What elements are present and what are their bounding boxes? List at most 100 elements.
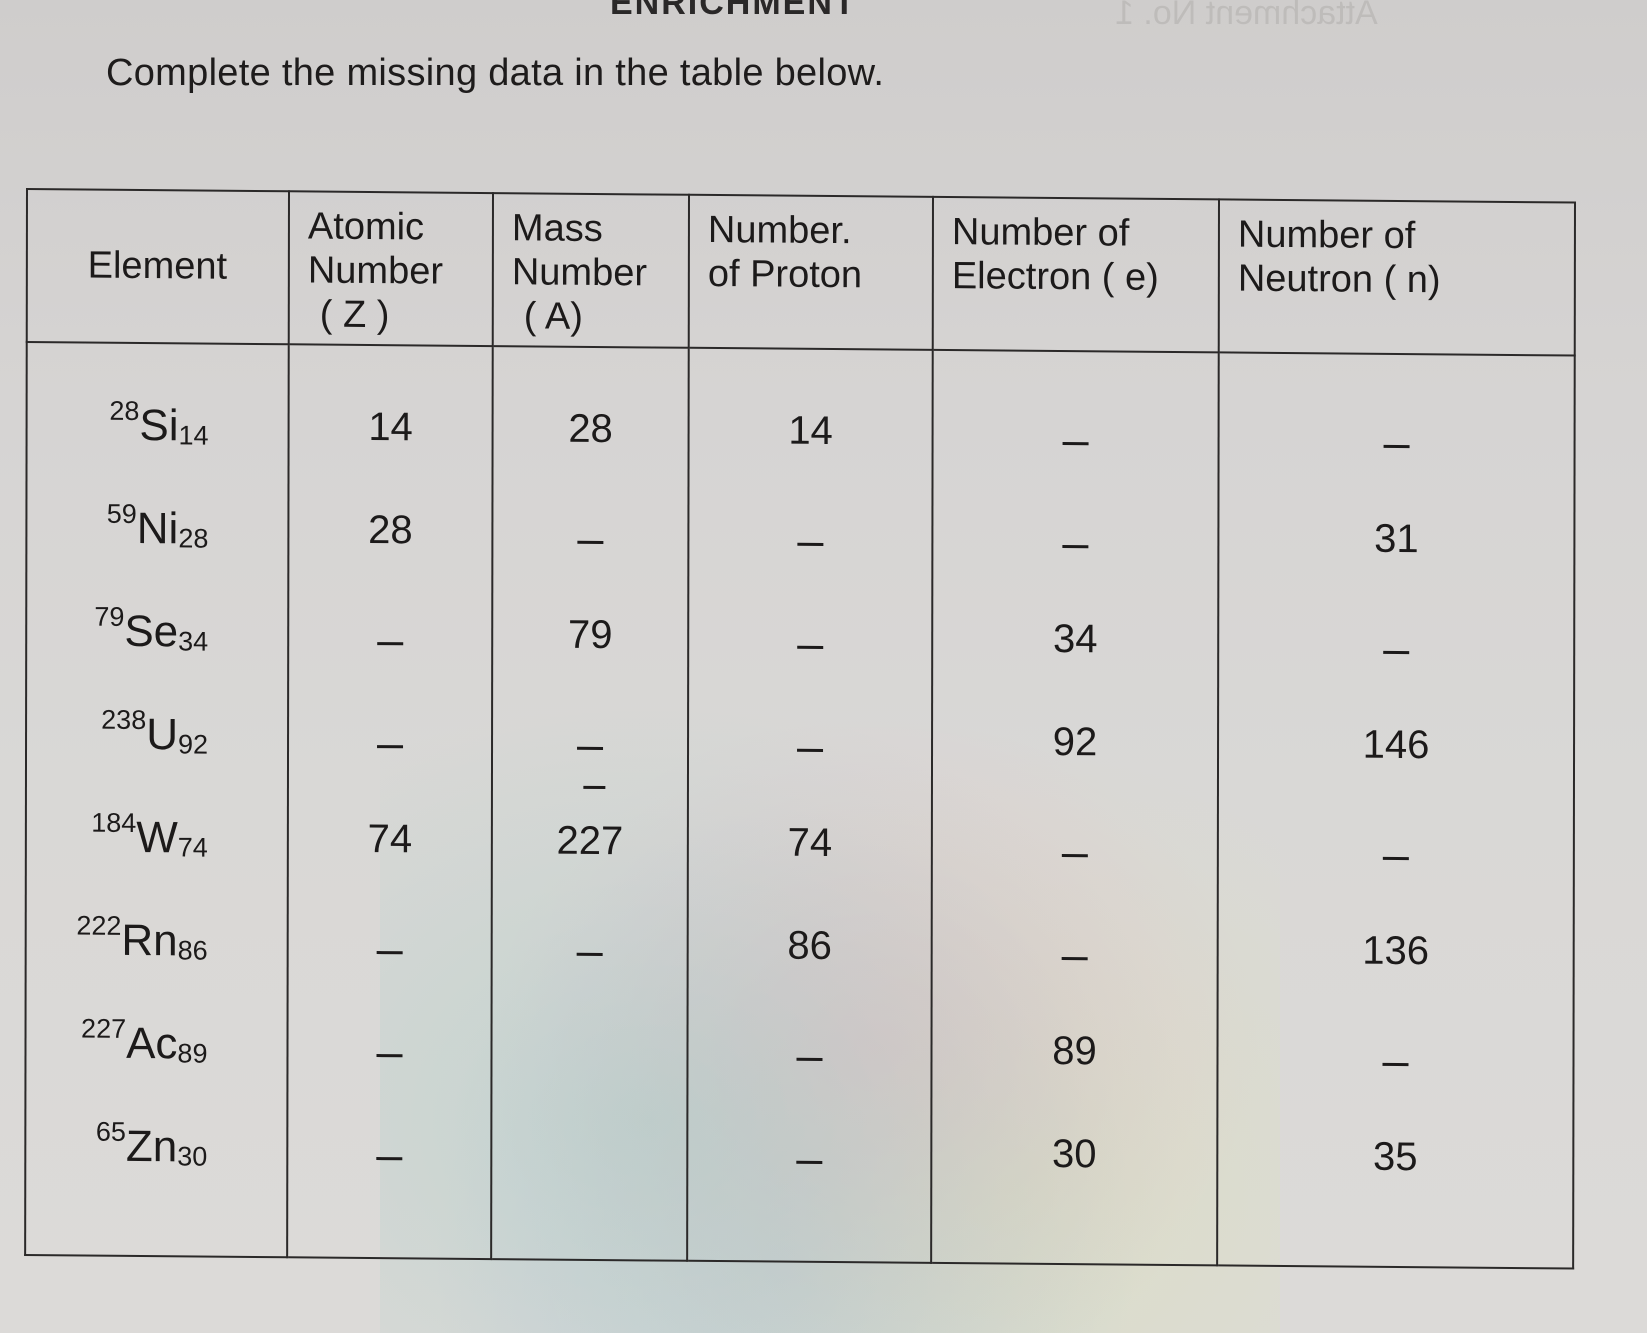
atomic-number-value: 74 (367, 816, 413, 862)
atomic-subscript: 74 (177, 832, 208, 863)
header-line: of Proton (707, 252, 863, 297)
mass-superscript: 184 (91, 807, 137, 838)
neutron-count-blank[interactable] (1220, 589, 1572, 695)
atomic-number-blank[interactable] (290, 684, 490, 789)
header-line: Mass (511, 207, 603, 251)
column-protons: 14 74 86 (687, 347, 933, 1263)
mass-number-blank[interactable] (494, 480, 686, 585)
electron-count-blank[interactable] (934, 896, 1216, 1001)
mass-number-value (493, 995, 685, 1100)
answer-blank-line[interactable] (376, 1157, 403, 1161)
element-symbol-ac: 227 Ac 89 (27, 991, 285, 1096)
answer-blank-line[interactable] (376, 1054, 403, 1058)
neutron-count-value: 31 (1374, 516, 1419, 562)
neutron-count-blank[interactable] (1220, 383, 1572, 489)
answer-blank-line[interactable] (1382, 856, 1409, 861)
answer-blank-line[interactable] (797, 748, 824, 752)
proton-count-blank[interactable] (689, 997, 929, 1102)
atomic-subscript: 34 (178, 626, 209, 657)
answer-blank-line[interactable] (1382, 1062, 1409, 1067)
header-electrons: Number of Electron ( e) (932, 196, 1219, 353)
element-symbol: U (146, 709, 179, 759)
answer-blank-line[interactable] (577, 746, 604, 751)
neutron-count-value: 146 (1362, 722, 1430, 768)
header-line: Neutron ( n) (1237, 257, 1441, 302)
column-mass-number: 28 79 227 (491, 346, 689, 1261)
element-symbol: Ac (126, 1018, 178, 1068)
electron-count-blank[interactable] (934, 793, 1216, 898)
header-line: ( Z ) (319, 293, 390, 337)
electron-count-blank[interactable] (934, 381, 1216, 486)
table-body-row: 28 Si 14 59 Ni 28 79 Se 34 238 U 92 184 W 74 222 Rn 86 227… (25, 342, 1575, 1269)
element-symbol-zn: 65 Zn 30 (27, 1094, 285, 1199)
instruction-text: Complete the missing data in the table b… (106, 52, 885, 94)
electron-count-value: 34 (1052, 616, 1098, 662)
mass-number-blank[interactable] (494, 892, 686, 997)
answer-blank-line[interactable] (576, 952, 603, 957)
answer-blank-line[interactable] (1383, 444, 1410, 449)
element-symbol-se: 79 Se 34 (28, 579, 286, 684)
column-element: 28 Si 14 59 Ni 28 79 Se 34 238 U 92 184 W 74 222 Rn 86 227… (25, 342, 289, 1258)
electron-count-value: 92 (1052, 719, 1098, 765)
neutron-count-blank[interactable] (1220, 795, 1572, 901)
header-atomic-number: Atomic Number ( Z ) (288, 191, 493, 347)
header-line: Number of (1237, 213, 1416, 258)
answer-blank-line[interactable] (796, 1057, 823, 1061)
mass-superscript: 59 (106, 498, 137, 529)
atomic-number-blank[interactable] (290, 890, 490, 995)
element-symbol-w: 184 W 74 (28, 785, 286, 890)
element-symbol-rn: 222 Rn 86 (28, 888, 286, 993)
atomic-subscript: 14 (178, 420, 209, 451)
mass-superscript: 222 (76, 910, 122, 941)
answer-blank-line[interactable] (577, 540, 604, 545)
answer-blank-line[interactable] (797, 542, 824, 546)
proton-count-blank[interactable] (690, 585, 930, 690)
atomic-subscript: 92 (177, 729, 209, 760)
proton-count-blank[interactable] (690, 688, 930, 793)
mass-number-blank[interactable] (494, 686, 686, 791)
header-line: Number (511, 251, 648, 295)
atomic-number-blank[interactable] (289, 1096, 489, 1201)
element-symbol: Ni (136, 503, 179, 553)
isotope-table-wrapper: Element Atomic Number ( Z ) Mass Number … (24, 188, 1576, 1270)
answer-blank-line[interactable] (1062, 545, 1089, 549)
atomic-number-blank[interactable] (290, 581, 490, 686)
column-atomic-number: 14 28 74 (287, 344, 493, 1260)
header-line: Number. (707, 208, 852, 253)
header-line: ( A) (523, 295, 583, 338)
mass-number-value: 28 (568, 406, 613, 452)
mass-superscript: 65 (95, 1116, 126, 1147)
answer-blank-line[interactable] (1061, 854, 1088, 858)
atomic-number-blank[interactable] (289, 993, 489, 1098)
header-line: Atomic (307, 205, 425, 249)
isotope-table: Element Atomic Number ( Z ) Mass Number … (24, 188, 1576, 1270)
element-symbol-ni: 59 Ni 28 (28, 476, 286, 581)
header-line: Number (307, 249, 444, 293)
proton-count-blank[interactable] (689, 1100, 929, 1205)
mass-superscript: 28 (109, 395, 140, 426)
element-symbol: Zn (125, 1121, 178, 1171)
mass-superscript: 227 (81, 1013, 127, 1044)
header-element-label: Element (87, 244, 228, 288)
neutron-count-blank[interactable] (1219, 1001, 1571, 1107)
answer-blank-line[interactable] (1383, 650, 1410, 655)
answer-blank-line[interactable] (796, 1160, 823, 1164)
answer-blank-line[interactable] (1061, 957, 1088, 961)
element-symbol: W (136, 812, 178, 862)
element-symbol: Se (124, 606, 179, 656)
proton-count-blank[interactable] (690, 482, 930, 587)
atomic-subscript: 30 (177, 1141, 208, 1172)
proton-count-value: 14 (788, 408, 833, 454)
answer-blank-line[interactable] (1062, 442, 1089, 446)
answer-blank-line[interactable] (377, 642, 404, 646)
element-symbol: Si (139, 400, 179, 450)
table-header-row: Element Atomic Number ( Z ) Mass Number … (26, 189, 1575, 356)
answer-blank-line[interactable] (376, 951, 403, 955)
electron-count-value: 89 (1052, 1028, 1097, 1074)
answer-blank-line[interactable] (377, 745, 404, 749)
mass-number-value: 79 (567, 612, 613, 658)
atomic-number-value: 14 (368, 404, 413, 450)
header-line: Electron ( e) (951, 255, 1159, 299)
answer-blank-line[interactable] (797, 645, 824, 649)
electron-count-blank[interactable] (934, 484, 1216, 589)
